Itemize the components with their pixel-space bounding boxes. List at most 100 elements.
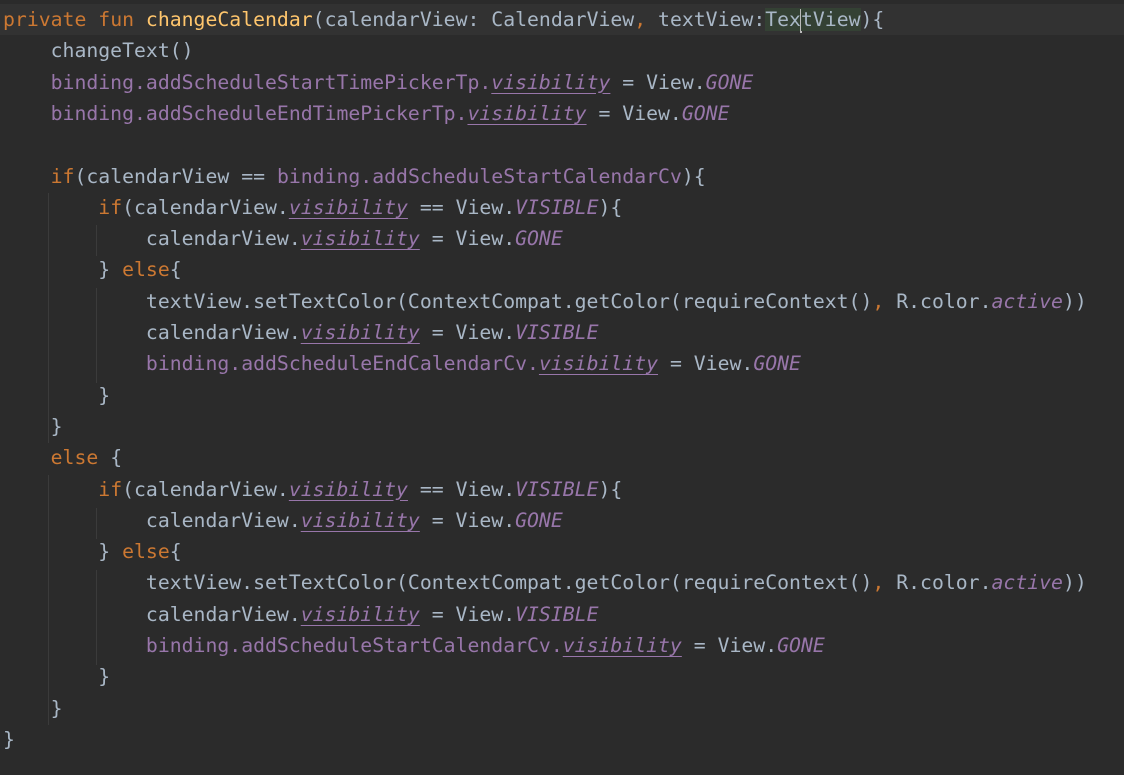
code-editor[interactable]: private fun changeCalendar(calendarView:… — [0, 0, 1124, 775]
code-token: calendarView. — [3, 321, 301, 344]
code-token: changeText() — [3, 39, 194, 63]
code-token: visibility — [300, 321, 420, 344]
code-token: (calendarView. — [122, 477, 289, 501]
code-line[interactable]: if(calendarView == binding.addScheduleSt… — [3, 161, 706, 192]
code-token: ){ — [598, 195, 623, 219]
code-token: } — [3, 383, 111, 407]
code-token: if — [98, 477, 123, 501]
code-line[interactable]: binding.addScheduleEndTimePickerTp.visib… — [3, 98, 730, 129]
code-token: GONE — [515, 227, 563, 251]
code-token: == View. — [407, 195, 516, 219]
code-token: binding.addScheduleEndTimePickerTp. — [50, 101, 468, 125]
code-token: else — [122, 540, 170, 564]
code-token: ){ — [681, 164, 706, 188]
code-line[interactable]: changeText() — [3, 35, 194, 66]
code-token: )) — [1062, 289, 1087, 313]
code-token: visibility — [467, 101, 587, 125]
code-token: if — [50, 164, 75, 188]
code-line[interactable]: if(calendarView.visibility == View.VISIB… — [3, 192, 622, 223]
code-line[interactable]: calendarView.visibility = View.VISIBLE — [3, 317, 599, 348]
code-token: tView — [800, 8, 861, 31]
code-line[interactable]: textView.setTextColor(ContextCompat.getC… — [3, 286, 1087, 317]
code-token: visibility — [288, 195, 408, 219]
code-token: (calendarView: CalendarView — [312, 8, 635, 31]
code-token: } — [3, 665, 111, 689]
code-line[interactable]: binding.addScheduleStartCalendarCv.visib… — [3, 630, 825, 661]
code-line[interactable]: private fun changeCalendar(calendarView:… — [0, 4, 1124, 35]
code-line[interactable]: binding.addScheduleEndCalendarCv.visibil… — [3, 348, 801, 379]
code-line[interactable]: textView.setTextColor(ContextCompat.getC… — [3, 567, 1087, 598]
code-line[interactable]: calendarView.visibility = View.VISIBLE — [3, 599, 599, 630]
code-token: ){ — [598, 477, 623, 501]
code-token: visibility — [288, 477, 408, 501]
code-line[interactable]: binding.addScheduleStartTimePickerTp.vis… — [3, 67, 754, 98]
code-token: = View. — [419, 508, 516, 532]
code-token: == View. — [407, 477, 516, 501]
code-token: GONE — [681, 101, 730, 125]
code-token: private — [3, 8, 99, 31]
code-token: visibility — [491, 70, 611, 94]
code-token: textView.setTextColor(ContextCompat.getC… — [3, 571, 873, 595]
code-token: R.color. — [896, 289, 992, 313]
code-token: ){ — [860, 8, 885, 31]
code-line[interactable]: } — [3, 661, 110, 692]
code-token: = View. — [610, 70, 706, 94]
code-token: = View. — [419, 227, 516, 251]
code-token: visibility — [300, 227, 420, 251]
code-token: (calendarView == — [74, 164, 277, 188]
code-line[interactable]: } — [3, 724, 15, 755]
code-token: visibility — [538, 352, 659, 376]
code-token: , — [634, 8, 659, 31]
code-token: active — [991, 571, 1063, 595]
code-token: = View. — [658, 352, 754, 376]
code-line[interactable]: } — [3, 693, 63, 724]
code-token: changeCalendar — [145, 8, 313, 31]
code-line[interactable]: } — [3, 411, 63, 442]
code-token: = View. — [586, 101, 682, 125]
code-token: calendarView. — [3, 508, 301, 532]
code-token: else — [122, 258, 170, 282]
code-token: textView: — [658, 8, 766, 31]
code-token: VISIBLE — [515, 321, 599, 344]
code-line[interactable]: } else{ — [3, 536, 182, 567]
code-line[interactable]: calendarView.visibility = View.GONE — [3, 223, 563, 254]
code-token: GONE — [777, 634, 825, 657]
code-token: )) — [1062, 571, 1087, 595]
code-token: binding.addScheduleStartCalendarCv. — [145, 634, 563, 657]
code-token: GONE — [753, 352, 801, 376]
code-token: binding.addScheduleStartCalendarCv — [276, 164, 682, 188]
code-token: { — [169, 258, 182, 282]
code-token: } — [3, 727, 15, 751]
code-token: = View. — [419, 321, 516, 344]
code-token: GONE — [705, 70, 754, 94]
code-token: visibility — [562, 634, 682, 657]
code-token: (calendarView. — [122, 195, 289, 219]
code-token: binding.addScheduleEndCalendarCv. — [145, 352, 539, 376]
code-line[interactable]: else { — [3, 442, 122, 473]
code-token: , — [872, 571, 897, 595]
code-token: visibility — [300, 602, 420, 626]
code-token: } — [3, 414, 63, 438]
code-token: active — [991, 289, 1063, 313]
code-token: { — [110, 446, 123, 470]
code-line[interactable]: calendarView.visibility = View.GONE — [3, 505, 563, 536]
code-token: else — [50, 446, 111, 470]
code-line[interactable]: } else{ — [3, 254, 182, 285]
code-token: calendarView. — [3, 602, 301, 626]
code-token: VISIBLE — [515, 195, 599, 219]
code-token: binding.addScheduleStartTimePickerTp. — [50, 70, 492, 94]
code-line[interactable]: } — [3, 380, 110, 411]
code-token: , — [872, 289, 897, 313]
code-token: VISIBLE — [515, 602, 599, 626]
code-token: { — [169, 540, 182, 564]
code-line[interactable]: if(calendarView.visibility == View.VISIB… — [3, 474, 622, 505]
code-token: fun — [98, 8, 146, 31]
